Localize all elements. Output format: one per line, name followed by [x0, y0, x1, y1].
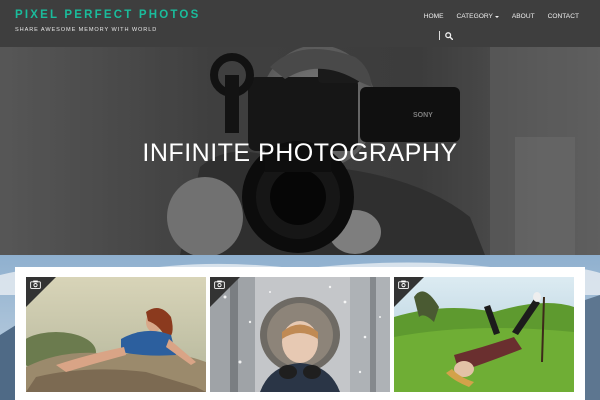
- gallery-item[interactable]: [394, 277, 574, 392]
- nav-item-label: ABOUT: [511, 13, 535, 20]
- nav-item-contact[interactable]: CONTACT: [548, 13, 579, 20]
- nav-item-label: CATEGORY: [456, 13, 493, 20]
- main-nav: HOME CATEGORY ABOUT CONTACT: [411, 13, 579, 20]
- nav-item-category[interactable]: CATEGORY: [456, 13, 499, 20]
- nav-item-about[interactable]: ABOUT: [512, 13, 535, 20]
- camera-icon: [30, 280, 41, 289]
- nav-item-label: HOME: [423, 13, 444, 20]
- chevron-down-icon: [494, 15, 499, 18]
- site-header: PIXEL PERFECT PHOTOS SHARE AWESOME MEMOR…: [0, 0, 600, 47]
- gallery-container: [15, 267, 585, 400]
- nav-item-label: CONTACT: [547, 13, 579, 20]
- site-title[interactable]: PIXEL PERFECT PHOTOS: [15, 9, 200, 21]
- search-divider: [439, 31, 440, 40]
- camera-icon: [214, 280, 225, 289]
- gallery-item[interactable]: [210, 277, 390, 392]
- camera-icon: [398, 280, 409, 289]
- nav-item-home[interactable]: HOME: [424, 13, 444, 20]
- hero-banner: SONY INFINITE PHOTOGRAPHY: [0, 47, 600, 255]
- gallery-item[interactable]: [26, 277, 206, 392]
- hero-title: INFINITE PHOTOGRAPHY: [142, 139, 458, 167]
- site-tagline: SHARE AWESOME MEMORY WITH WORLD: [15, 27, 158, 33]
- search-icon[interactable]: [445, 31, 453, 40]
- search-toggle[interactable]: [439, 31, 453, 40]
